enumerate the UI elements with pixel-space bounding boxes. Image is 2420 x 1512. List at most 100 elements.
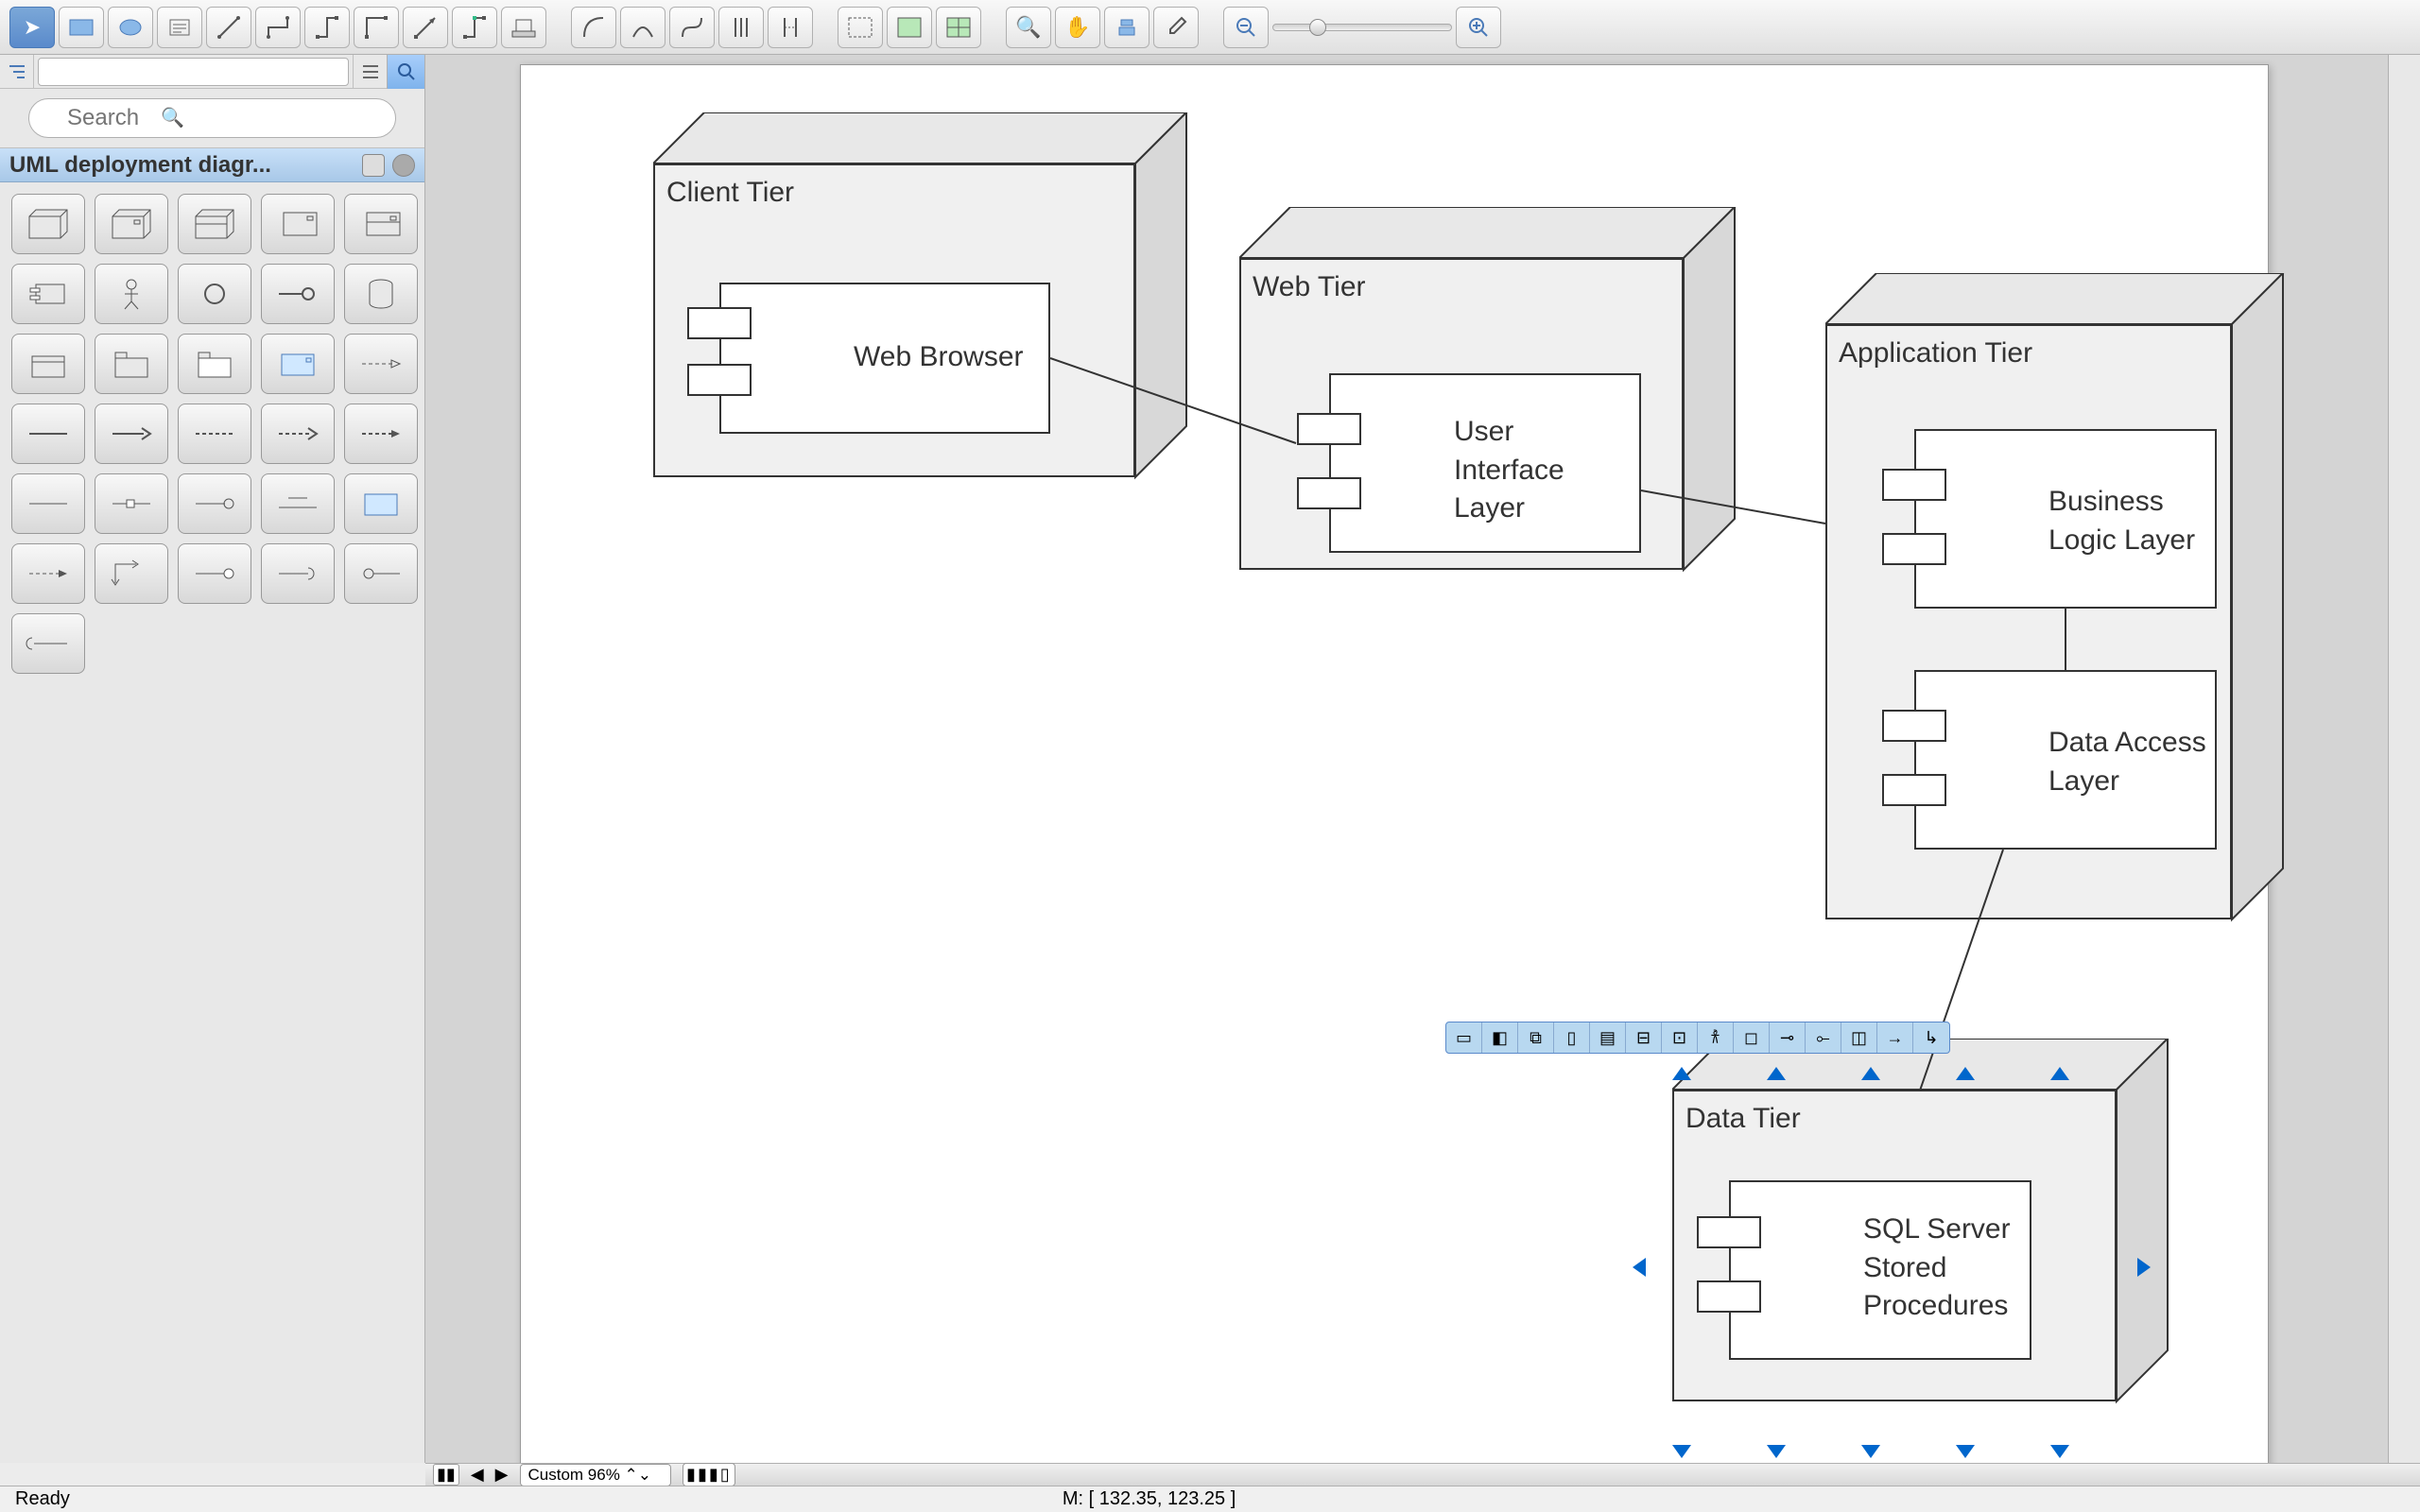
palette-assoc-4[interactable] — [261, 404, 335, 464]
palette-conn-3[interactable] — [178, 473, 251, 534]
selection-handle[interactable] — [2050, 1445, 2069, 1458]
palette-close-button[interactable] — [392, 154, 415, 177]
palette-package-1[interactable] — [11, 334, 85, 394]
search-input[interactable] — [28, 98, 396, 138]
palette-database[interactable] — [344, 264, 418, 324]
pan-tool[interactable]: ✋ — [1055, 7, 1100, 48]
selection-handle[interactable] — [2050, 1067, 2069, 1080]
pause-icon[interactable]: ▮▮ — [433, 1464, 459, 1486]
component-sql-server[interactable]: SQL Server Stored Procedures — [1729, 1180, 2031, 1360]
palette-conn-7[interactable] — [95, 543, 168, 604]
search-toggle-button[interactable] — [387, 55, 424, 89]
palette-actor[interactable] — [95, 264, 168, 324]
zoom-in-tool[interactable]: 🔍 — [1006, 7, 1051, 48]
ctx-btn-11[interactable]: ⟜ — [1806, 1022, 1841, 1053]
zoom-in-button[interactable] — [1456, 7, 1501, 48]
palette-conn-8[interactable] — [178, 543, 251, 604]
palette-package-2[interactable] — [95, 334, 168, 394]
layout-buttons[interactable]: ▮▮▮▯ — [683, 1463, 735, 1486]
ctx-btn-13[interactable]: → — [1877, 1022, 1913, 1053]
palette-component-1[interactable] — [261, 194, 335, 254]
component-web-browser[interactable]: Web Browser — [719, 283, 1050, 434]
zoom-select[interactable]: Custom 96% ⌃⌄ — [520, 1464, 672, 1486]
selection-handle[interactable] — [1672, 1067, 1691, 1080]
ctx-btn-6[interactable]: ⊟ — [1626, 1022, 1662, 1053]
bracket-tool-2[interactable] — [768, 7, 813, 48]
zoom-slider[interactable] — [1272, 24, 1452, 31]
line-tool-6[interactable] — [452, 7, 497, 48]
palette-package-4[interactable] — [261, 334, 335, 394]
ctx-btn-7[interactable]: ⊡ — [1662, 1022, 1698, 1053]
selection-handle[interactable] — [1956, 1445, 1975, 1458]
next-page-button[interactable]: ▶ — [495, 1465, 509, 1485]
palette-assoc-5[interactable] — [344, 404, 418, 464]
component-ui-layer[interactable]: User Interface Layer — [1329, 373, 1641, 553]
list-view-button[interactable] — [353, 55, 387, 89]
palette-node-1[interactable] — [11, 194, 85, 254]
ellipse-tool[interactable] — [108, 7, 153, 48]
region-tool-3[interactable] — [936, 7, 981, 48]
ctx-btn-9[interactable]: ◻ — [1734, 1022, 1770, 1053]
palette-assoc-2[interactable] — [95, 404, 168, 464]
component-data-access[interactable]: Data Access Layer — [1914, 670, 2217, 850]
palette-conn-5[interactable] — [344, 473, 418, 534]
selection-handle[interactable] — [1672, 1445, 1691, 1458]
line-tool-4[interactable] — [354, 7, 399, 48]
component-business-logic[interactable]: Business Logic Layer — [1914, 429, 2217, 609]
palette-node-2[interactable] — [95, 194, 168, 254]
palette-package-3[interactable] — [178, 334, 251, 394]
bracket-tool-1[interactable] — [718, 7, 764, 48]
palette-assoc-1[interactable] — [11, 404, 85, 464]
palette-dependency-dashed[interactable] — [344, 334, 418, 394]
palette-lollipop[interactable] — [261, 264, 335, 324]
ctx-btn-4[interactable]: ▯ — [1554, 1022, 1590, 1053]
selection-handle[interactable] — [1767, 1067, 1786, 1080]
palette-conn-1[interactable] — [11, 473, 85, 534]
palette-assoc-3[interactable] — [178, 404, 251, 464]
palette-interface[interactable] — [178, 264, 251, 324]
ctx-btn-1[interactable]: ▭ — [1446, 1022, 1482, 1053]
line-tool-1[interactable] — [206, 7, 251, 48]
text-tool[interactable] — [157, 7, 202, 48]
curve-tool-3[interactable] — [669, 7, 715, 48]
selection-handle[interactable] — [1861, 1445, 1880, 1458]
ctx-btn-10[interactable]: ⊸ — [1770, 1022, 1806, 1053]
curve-tool-1[interactable] — [571, 7, 616, 48]
ctx-btn-8[interactable]: 𐀪 — [1698, 1022, 1734, 1053]
vertical-scrollbar[interactable] — [2388, 55, 2420, 1463]
selection-handle[interactable] — [2137, 1258, 2151, 1277]
palette-header[interactable]: UML deployment diagr... — [0, 148, 424, 182]
zoom-out-button[interactable] — [1223, 7, 1269, 48]
palette-conn-6[interactable] — [11, 543, 85, 604]
ctx-btn-12[interactable]: ◫ — [1841, 1022, 1877, 1053]
selection-handle[interactable] — [1633, 1258, 1646, 1277]
selection-handle[interactable] — [1861, 1067, 1880, 1080]
line-tool-3[interactable] — [304, 7, 350, 48]
ctx-btn-2[interactable]: ◧ — [1482, 1022, 1518, 1053]
line-tool-5[interactable] — [403, 7, 448, 48]
palette-node-3[interactable] — [178, 194, 251, 254]
tree-view-button[interactable] — [0, 55, 34, 89]
ctx-btn-3[interactable]: ⧉ — [1518, 1022, 1554, 1053]
palette-conn-9[interactable] — [261, 543, 335, 604]
palette-conn-4[interactable] — [261, 473, 335, 534]
palette-settings-button[interactable] — [362, 154, 385, 177]
ctx-btn-5[interactable]: ▤ — [1590, 1022, 1626, 1053]
canvas-page[interactable]: Client Tier Web Browser Web Tier — [520, 64, 2269, 1463]
ctx-btn-14[interactable]: ↳ — [1913, 1022, 1949, 1053]
canvas-area[interactable]: Client Tier Web Browser Web Tier — [425, 55, 2388, 1463]
selection-handle[interactable] — [1956, 1067, 1975, 1080]
sidebar-filter-input[interactable] — [38, 58, 349, 86]
stamp-tool[interactable] — [501, 7, 546, 48]
line-tool-2[interactable] — [255, 7, 301, 48]
palette-conn-11[interactable] — [11, 613, 85, 674]
zoom-slider-thumb[interactable] — [1309, 19, 1326, 36]
region-tool-1[interactable] — [838, 7, 883, 48]
rectangle-tool[interactable] — [59, 7, 104, 48]
selection-handle[interactable] — [1767, 1445, 1786, 1458]
stack-tool[interactable] — [1104, 7, 1150, 48]
palette-conn-2[interactable] — [95, 473, 168, 534]
eyedropper-tool[interactable] — [1153, 7, 1199, 48]
pointer-tool[interactable]: ➤ — [9, 7, 55, 48]
region-tool-2[interactable] — [887, 7, 932, 48]
